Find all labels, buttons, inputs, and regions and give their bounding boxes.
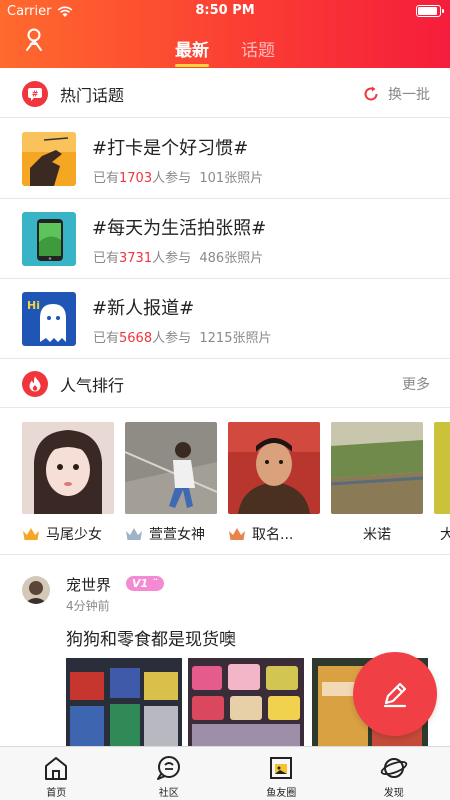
refresh-button[interactable]: 换一批 (362, 84, 430, 104)
planet-icon (380, 758, 407, 778)
ranking-item[interactable]: 马尾少女 (22, 422, 114, 544)
meta-prefix: 已有 (93, 331, 120, 346)
ranking-name-text: 大 (440, 524, 450, 544)
ranking-name-text: 取名... (252, 527, 294, 543)
home-icon (45, 757, 68, 780)
topic-meta: 已有1703人参与 101张照片 (93, 167, 263, 186)
ranking-name: 萱萱女神 (125, 524, 217, 544)
post-image[interactable] (188, 658, 304, 748)
ranking-photo (434, 422, 450, 514)
topic-meta: 已有5668人参与 1215张照片 (93, 327, 271, 346)
meta-suffix: 人参与 (152, 331, 192, 346)
ranking-name-text: 萱萱女神 (149, 527, 205, 543)
silver-crown-icon (126, 528, 142, 540)
meta-prefix: 已有 (93, 251, 120, 266)
ranking-header: 人气排行 更多 (0, 360, 450, 408)
ranking-title: 人气排行 (60, 375, 125, 395)
refresh-icon (364, 86, 378, 100)
nav-community-label: 社区 (158, 788, 179, 799)
ranking-name-text: 马尾少女 (46, 527, 102, 543)
status-bar: Carrier 8:50 PM (0, 0, 450, 22)
top-header: Carrier 8:50 PM 最新 话题 (0, 0, 450, 68)
avatar[interactable] (22, 576, 50, 604)
thumb-hi-text: Hi (27, 299, 40, 312)
topic-thumbnail: Hi (22, 292, 76, 346)
photo-frame-icon (270, 757, 293, 779)
svg-text:#: # (32, 89, 39, 98)
participant-count: 3731 (119, 251, 153, 266)
nav-home-label: 首页 (46, 788, 67, 799)
ranking-name: 马尾少女 (22, 524, 114, 544)
topic-item[interactable]: #每天为生活拍张照# 已有3731人参与 486张照片 (0, 199, 450, 279)
topic-title: #打卡是个好习惯# (92, 138, 249, 159)
ranking-photo (228, 422, 320, 514)
vip-badge: V1 ¨ (126, 576, 164, 591)
topic-thumbnail (22, 212, 76, 266)
topic-title: #新人报道# (92, 298, 195, 319)
nav-community[interactable]: 社区 (113, 747, 226, 800)
battery-icon (416, 5, 444, 17)
bottom-nav: 首页 社区 鱼友圈 发现 (0, 746, 450, 800)
photo-count: 1215张照片 (199, 331, 272, 346)
ranking-name: 大 (434, 524, 450, 544)
post-username[interactable]: 宠世界 (66, 574, 111, 595)
ranking-item[interactable]: 大 (434, 422, 450, 544)
hot-topic-icon: # (22, 80, 48, 107)
topic-item[interactable]: #打卡是个好习惯# 已有1703人参与 101张照片 (0, 119, 450, 199)
bronze-crown-icon (229, 528, 245, 540)
nav-fish-circle[interactable]: 鱼友圈 (225, 747, 338, 800)
ranking-item[interactable]: 萱萱女神 (125, 422, 217, 544)
pencil-icon (383, 682, 407, 708)
ranking-list: 马尾少女 萱萱女神 取名... 米诺 (0, 410, 450, 555)
header-tabs: 最新 话题 (0, 34, 450, 67)
topic-thumbnail (22, 132, 76, 186)
ranking-name: 取名... (228, 524, 320, 544)
tab-latest[interactable]: 最新 (173, 34, 211, 67)
post-text: 狗狗和零食都是现货噢 (66, 630, 236, 650)
photo-count: 486张照片 (199, 251, 264, 266)
ranking-name: 米诺 (331, 524, 423, 544)
nav-discover[interactable]: 发现 (338, 747, 450, 800)
meta-prefix: 已有 (93, 171, 120, 186)
post-image[interactable] (66, 658, 182, 748)
nav-home[interactable]: 首页 (0, 747, 113, 800)
ranking-photo (125, 422, 217, 514)
gold-crown-icon (23, 528, 39, 540)
photo-count: 101张照片 (199, 171, 264, 186)
more-button[interactable]: 更多 (402, 374, 430, 394)
hot-topics-title: 热门话题 (60, 85, 125, 105)
topic-meta: 已有3731人参与 486张照片 (93, 247, 263, 266)
ranking-name-text: 米诺 (363, 527, 391, 543)
topic-title: #每天为生活拍张照# (92, 218, 267, 239)
meta-suffix: 人参与 (152, 171, 192, 186)
compose-button[interactable] (353, 652, 437, 736)
post-time: 4分钟前 (66, 599, 110, 613)
ranking-photo (331, 422, 423, 514)
hot-topics-header: # 热门话题 换一批 (0, 70, 450, 118)
tab-topics[interactable]: 话题 (239, 34, 277, 67)
ranking-item[interactable]: 米诺 (331, 422, 423, 544)
chat-icon (156, 756, 180, 780)
ranking-item[interactable]: 取名... (228, 422, 320, 544)
participant-count: 1703 (119, 171, 153, 186)
topic-item[interactable]: Hi #新人报道# 已有5668人参与 1215张照片 (0, 279, 450, 359)
refresh-label: 换一批 (388, 86, 430, 103)
flame-icon (22, 370, 48, 397)
participant-count: 5668 (119, 331, 153, 346)
nav-fish-circle-label: 鱼友圈 (266, 788, 297, 799)
ranking-photo (22, 422, 114, 514)
nav-discover-label: 发现 (383, 788, 404, 799)
status-time: 8:50 PM (195, 3, 255, 18)
vip-badge-text: V1 (132, 577, 149, 590)
more-label: 更多 (402, 376, 430, 393)
meta-suffix: 人参与 (152, 251, 192, 266)
